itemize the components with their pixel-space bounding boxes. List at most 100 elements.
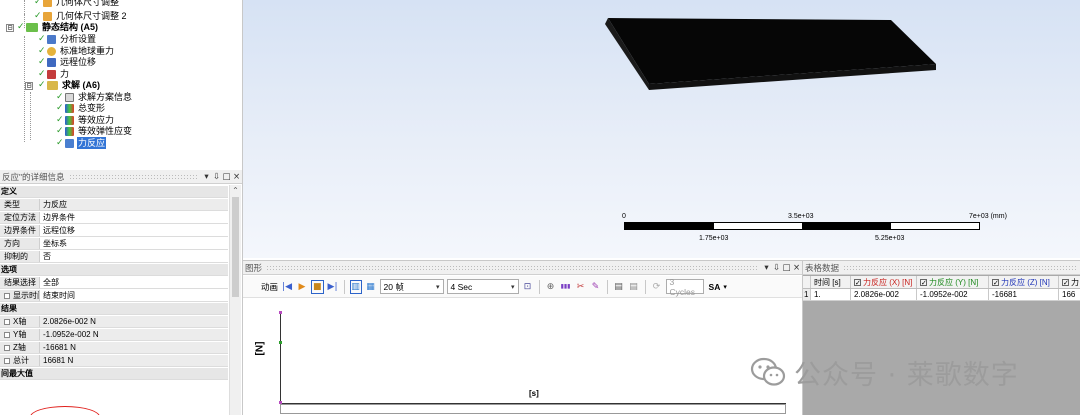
checkbox[interactable] <box>4 331 10 338</box>
cycle-icon[interactable]: ⟳ <box>651 280 663 294</box>
collapse-solution-icon[interactable]: ⊟ <box>25 82 33 90</box>
result-icon <box>65 103 74 113</box>
brush-icon[interactable]: ✎ <box>590 280 602 294</box>
scroll-up-icon[interactable]: ⌃ <box>230 186 241 195</box>
tree-item-equivalent-elastic-strain[interactable]: ✓ 等效弹性应变 <box>56 125 133 137</box>
close-icon[interactable]: × <box>792 263 801 273</box>
wechat-watermark: 公众号 · 莱歌数字 <box>750 352 1019 392</box>
dropdown-icon[interactable]: ▾ <box>202 172 211 182</box>
gravity-icon <box>47 46 56 56</box>
result-sets-icon[interactable]: ▦ <box>365 280 377 294</box>
scroll-thumb[interactable] <box>232 197 239 297</box>
watermark-text: 公众号 · 莱歌数字 <box>794 359 1019 391</box>
scale-label-0: 0 <box>622 213 626 220</box>
tree-item-static-structural[interactable]: ✓ 静态结构 (A5) <box>17 21 99 33</box>
last-frame-icon[interactable]: ▶| <box>327 280 339 294</box>
tree-item-geometry-resize-1[interactable]: ✓ 几何体尺寸调整 <box>34 0 120 8</box>
check-icon[interactable]: ✓ <box>854 279 861 287</box>
grid-icon[interactable]: ▤ <box>613 280 625 294</box>
tree-item-solution[interactable]: ✓ 求解 (A6) <box>38 79 101 91</box>
title-grip <box>266 265 758 270</box>
header-time[interactable]: 时间 [s] <box>811 276 851 288</box>
detail-row-z-axis[interactable]: Z轴 -16681 N <box>0 342 228 354</box>
detail-row-display-time[interactable]: 显示时间 结束时间 <box>0 290 228 302</box>
section-options[interactable]: 选项 <box>0 264 228 276</box>
tree-item-remote-displacement[interactable]: ✓ 远程位移 <box>38 56 97 68</box>
header-force-y[interactable]: ✓ 力反应 (Y) [N] <box>917 276 989 288</box>
checkbox[interactable] <box>4 292 10 299</box>
title-grip <box>68 174 198 179</box>
data-marker <box>279 341 282 344</box>
remote-displacement-icon <box>47 57 56 67</box>
dropdown-icon[interactable]: ▾ <box>762 263 771 273</box>
cycles-select[interactable]: 3 Cycles <box>665 277 704 297</box>
checkbox[interactable] <box>4 357 10 364</box>
stop-icon[interactable]: ■ <box>311 279 324 294</box>
analysis-settings-icon <box>47 34 56 44</box>
detail-row-result-selection[interactable]: 结果选择 全部 <box>0 277 228 289</box>
header-force-z[interactable]: ✓ 力反应 (Z) [N] <box>989 276 1059 288</box>
chevron-down-icon[interactable]: ▾ <box>723 283 727 291</box>
graph-timeline[interactable] <box>280 404 786 414</box>
scissors-icon[interactable]: ✂ <box>575 280 587 294</box>
export-video-icon[interactable]: ⊡ <box>522 280 534 294</box>
header-force-total[interactable]: ✓ 力 <box>1059 276 1080 288</box>
result-icon <box>65 126 74 136</box>
collapse-static-structural-icon[interactable]: ⊟ <box>6 24 14 32</box>
graph-title-bar: 图形 ▾ ⇩ □ × <box>243 261 802 275</box>
distributed-frames-icon[interactable]: ▥ <box>349 279 362 294</box>
detail-row-type[interactable]: 类型 力反应 <box>0 199 228 211</box>
tree-item-total-deformation[interactable]: ✓ 总变形 <box>56 102 106 114</box>
toolbar-separator <box>343 279 345 294</box>
section-results[interactable]: 结果 <box>0 303 228 315</box>
frames-select[interactable]: 20 帧 ▾ <box>379 279 444 294</box>
checkbox[interactable] <box>4 344 10 351</box>
pin-icon[interactable]: ⇩ <box>212 172 221 182</box>
pin-icon[interactable]: ⇩ <box>772 263 781 273</box>
table-row[interactable]: 1 1. 2.0826e-002 -1.0952e-002 -16681 166 <box>803 289 1080 301</box>
detail-row-location-method[interactable]: 定位方法 边界条件 <box>0 212 228 224</box>
maximize-icon[interactable]: □ <box>782 263 791 273</box>
section-definition[interactable]: 定义 <box>0 186 228 198</box>
chevron-down-icon: ▾ <box>511 282 515 291</box>
animation-label: 动画 <box>261 281 279 292</box>
sa-label[interactable]: SA <box>709 282 721 292</box>
check-icon: ✓ <box>56 138 64 148</box>
tree-item-analysis-settings[interactable]: ✓ 分析设置 <box>38 33 97 45</box>
section-max-over-time[interactable]: 间最大值 <box>0 368 228 380</box>
force-icon <box>47 69 56 79</box>
detail-row-orientation[interactable]: 方向 坐标系 <box>0 238 228 250</box>
3d-viewport[interactable]: 0 3.5e+03 7e+03 (mm) 1.75e+03 5.25e+03 <box>243 0 1080 258</box>
check-icon[interactable]: ✓ <box>992 279 999 287</box>
check-icon: ✓ <box>56 103 64 113</box>
detail-row-x-axis[interactable]: X轴 2.0826e-002 N <box>0 316 228 328</box>
check-icon[interactable]: ✓ <box>1062 279 1069 287</box>
scale-bar <box>624 222 980 230</box>
details-title-bar: 反应"的详细信息 ▾ ⇩ □ × <box>0 170 242 184</box>
detail-row-suppressed[interactable]: 抑制的 否 <box>0 251 228 263</box>
plate-model <box>605 18 936 90</box>
result-icon <box>65 115 74 125</box>
graph-x-axis-label: [s] <box>529 389 539 398</box>
duration-select[interactable]: 4 Sec ▾ <box>446 279 519 294</box>
close-icon[interactable]: × <box>232 172 241 182</box>
wechat-logo-icon <box>750 357 786 386</box>
detail-row-y-axis[interactable]: Y轴 -1.0952e-002 N <box>0 329 228 341</box>
check-icon: ✓ <box>34 0 42 7</box>
grid-alt-icon[interactable]: ▤ <box>628 280 640 294</box>
details-scrollbar[interactable]: ⌃ <box>229 185 241 415</box>
check-icon[interactable]: ✓ <box>920 279 927 287</box>
static-structural-icon <box>26 22 38 32</box>
tree-item-force-reaction[interactable]: ✓ 力反应 <box>56 137 107 149</box>
detail-row-boundary-condition[interactable]: 边界条件 远程位移 <box>0 225 228 237</box>
title-grip <box>843 265 1076 270</box>
header-force-x[interactable]: ✓ 力反应 (X) [N] <box>851 276 917 288</box>
first-frame-icon[interactable]: |◀ <box>281 280 293 294</box>
checkbox[interactable] <box>4 318 10 325</box>
play-icon[interactable]: ▶ <box>296 280 308 294</box>
maximize-icon[interactable]: □ <box>222 172 231 182</box>
scale-label-q3: 5.25e+03 <box>875 235 905 242</box>
zoom-icon[interactable]: ⊕ <box>545 280 557 294</box>
chart-icon[interactable]: ▮▮▮ <box>560 280 572 294</box>
detail-row-total[interactable]: 总计 16681 N <box>0 355 228 367</box>
